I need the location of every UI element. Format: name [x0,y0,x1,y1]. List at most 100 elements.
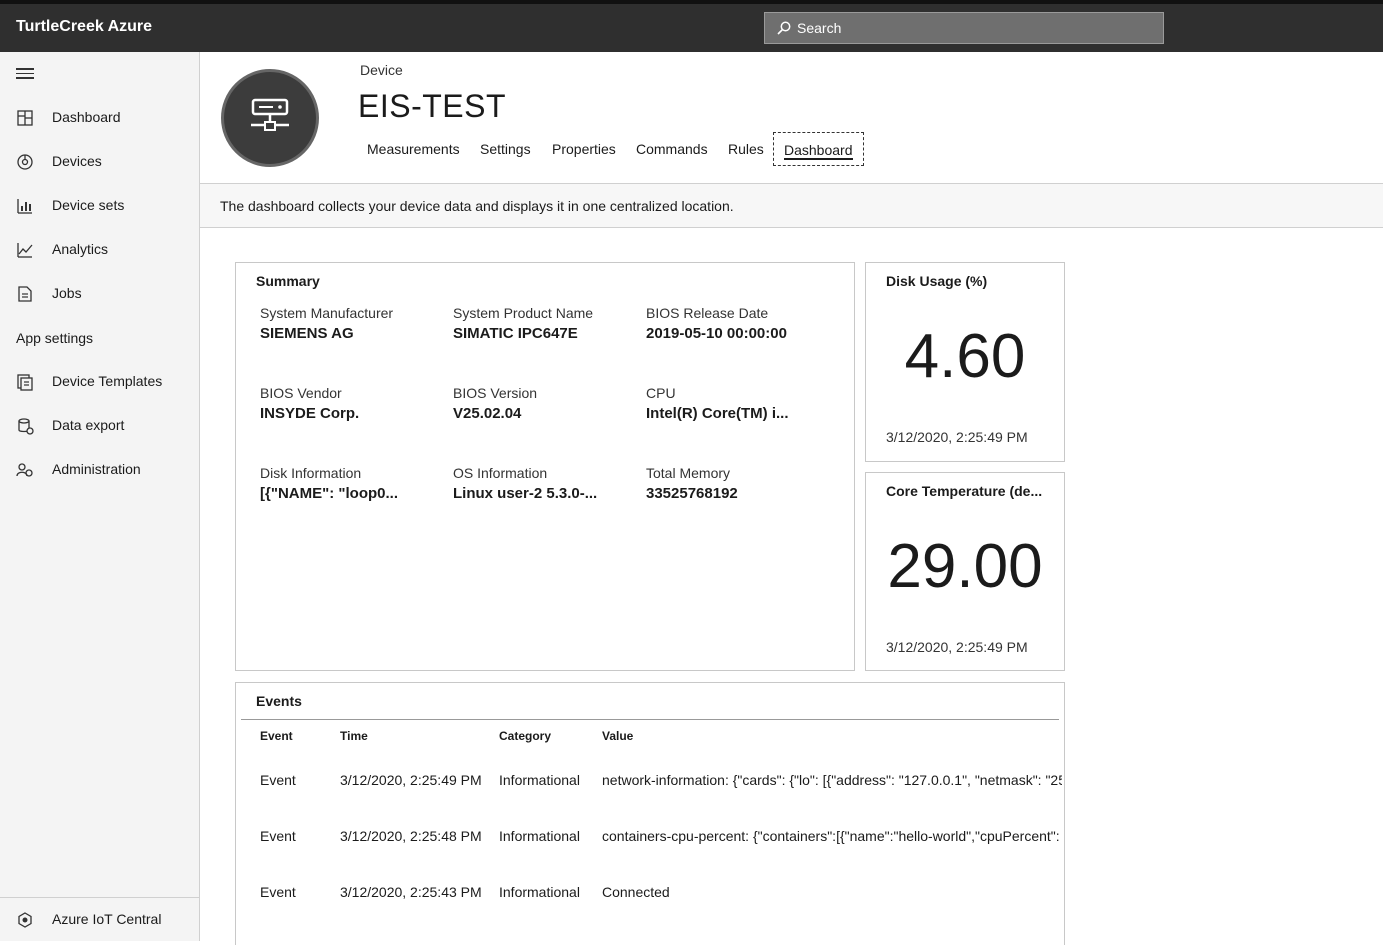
summary-title: Summary [256,273,320,289]
tab-rules[interactable]: Rules [728,132,764,166]
kpi-value: 29.00 [887,532,1043,601]
kpi-card-core-temperature: Core Temperature (de... 29.00 3/12/2020,… [865,472,1065,671]
sidebar-item-azure-iot-central[interactable]: Azure IoT Central [0,902,199,938]
field-value: V25.02.04 [453,405,522,422]
field-key: System Manufacturer [260,305,394,321]
field-key: BIOS Release Date [646,305,769,321]
device-type-label: Device [360,62,403,78]
sidebar-item-jobs[interactable]: Jobs [0,276,199,312]
summary-field: Total Memory 33525768192 [646,465,826,502]
field-value: SIMATIC IPC647E [453,325,578,342]
event-cell: Event [260,828,296,844]
kpi-timestamp: 3/12/2020, 2:25:49 PM [886,429,1028,445]
field-key: BIOS Vendor [260,385,342,401]
active-tab-underline [784,158,853,160]
time-cell: 3/12/2020, 2:25:49 PM [340,772,482,788]
sidebar: Dashboard Devices Device sets Analytics … [0,52,200,941]
category-cell: Informational [499,884,580,900]
summary-field: BIOS Version V25.02.04 [453,385,633,422]
field-value: 33525768192 [646,485,738,502]
hamburger-menu-icon[interactable] [16,68,34,82]
tab-commands[interactable]: Commands [636,132,708,166]
field-value: Linux user-2 5.3.0-... [453,485,598,502]
sidebar-item-administration[interactable]: Administration [0,452,199,488]
field-key: OS Information [453,465,548,481]
sidebar-item-device-sets[interactable]: Device sets [0,188,199,224]
jobs-icon [18,286,32,302]
app-settings-section-label: App settings [16,330,94,346]
column-header-value: Value [602,729,634,743]
field-value: 2019-05-10 00:00:00 [646,325,787,342]
field-value: Intel(R) Core(TM) i... [646,405,789,422]
search-label: Search [797,20,842,36]
summary-field: System Product Name SIMATIC IPC647E [453,305,633,342]
field-key: Disk Information [260,465,362,481]
sidebar-item-label: Jobs [52,285,82,301]
tab-properties[interactable]: Properties [552,132,616,166]
field-key: CPU [646,385,676,401]
sidebar-item-label: Dashboard [52,109,121,125]
device-templates-icon [17,374,33,391]
sidebar-item-device-templates[interactable]: Device Templates [0,364,199,400]
sidebar-footer[interactable]: Azure IoT Central [0,897,199,941]
column-header-category: Category [499,729,552,743]
sidebar-item-devices[interactable]: Devices [0,144,199,180]
events-title: Events [256,693,302,709]
kpi-timestamp: 3/12/2020, 2:25:49 PM [886,639,1028,655]
summary-field: BIOS Vendor INSYDE Corp. [260,385,440,422]
data-export-icon [18,418,34,435]
sidebar-item-dashboard[interactable]: Dashboard [0,100,199,136]
events-card: Events Event Time Category Value Event 3… [235,682,1065,945]
category-cell: Informational [499,772,580,788]
column-header-time: Time [340,729,368,743]
kpi-title: Disk Usage (%) [886,273,988,289]
sidebar-item-label: Devices [52,153,102,169]
kpi-card-disk-usage: Disk Usage (%) 4.60 3/12/2020, 2:25:49 P… [865,262,1065,462]
dashboard-icon [17,110,33,126]
sidebar-item-label: Analytics [52,241,109,257]
administration-icon [16,463,33,477]
device-avatar [221,69,319,167]
time-cell: 3/12/2020, 2:25:43 PM [340,884,482,900]
event-cell: Event [260,772,296,788]
sidebar-item-label: Data export [52,417,125,433]
analytics-icon [17,243,33,258]
summary-field: CPU Intel(R) Core(TM) i... [646,385,826,422]
summary-field: OS Information Linux user-2 5.3.0-... [453,465,633,502]
summary-field: Disk Information [{"NAME": "loop0... [260,465,440,502]
azure-iot-central-icon [18,912,32,928]
sidebar-item-label: Azure IoT Central [52,911,162,927]
search-box[interactable]: Search [764,12,1164,44]
sidebar-item-label: Administration [52,461,141,477]
sidebar-item-analytics[interactable]: Analytics [0,232,199,268]
device-name: EIS-TEST [358,88,507,124]
devices-icon [17,154,33,170]
sidebar-item-label: Device Templates [52,373,163,389]
events-divider [241,719,1059,720]
time-cell: 3/12/2020, 2:25:48 PM [340,828,482,844]
tab-measurements[interactable]: Measurements [367,132,460,166]
summary-field: System Manufacturer SIEMENS AG [260,305,440,342]
value-cell: network-information: {"cards": {"lo": [{… [602,772,1062,788]
search-icon [777,21,791,35]
value-cell: Connected [602,884,670,900]
device-sets-icon [17,199,32,214]
summary-card: Summary System Manufacturer SIEMENS AG S… [235,262,855,671]
field-key: BIOS Version [453,385,538,401]
field-value: INSYDE Corp. [260,405,360,422]
device-header: Device EIS-TEST Measurements Settings Pr… [200,52,1383,184]
sidebar-item-label: Device sets [52,197,125,213]
app-title[interactable]: TurtleCreek Azure [16,18,152,36]
top-bar: TurtleCreek Azure Search [0,0,1383,52]
field-key: System Product Name [453,305,594,321]
kpi-title: Core Temperature (de... [886,483,1043,499]
tab-settings[interactable]: Settings [480,132,531,166]
event-cell: Event [260,884,296,900]
tab-dashboard[interactable]: Dashboard [773,132,864,166]
summary-field: BIOS Release Date 2019-05-10 00:00:00 [646,305,826,342]
value-cell: containers-cpu-percent: {"containers":[{… [602,828,1060,844]
kpi-value: 4.60 [904,322,1026,391]
network-device-icon [251,98,289,131]
category-cell: Informational [499,828,580,844]
sidebar-item-data-export[interactable]: Data export [0,408,199,444]
